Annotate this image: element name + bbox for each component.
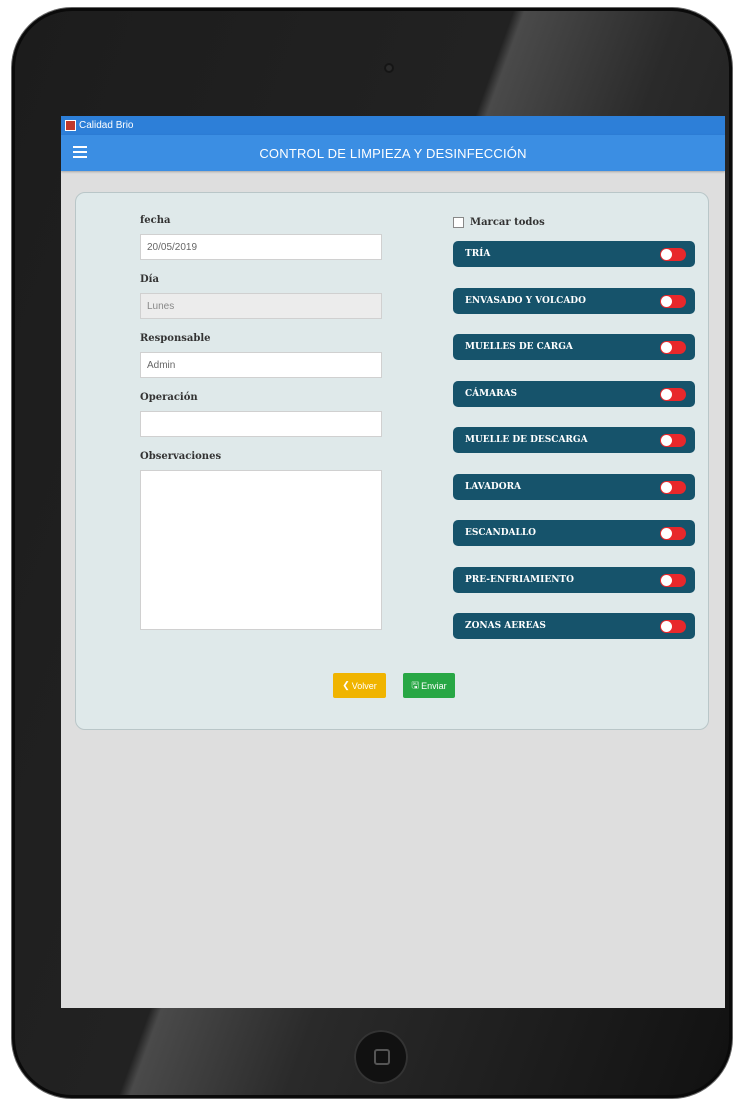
zone-toggle-muelle-descarga[interactable]: MUELLE DE DESCARGA (453, 427, 695, 453)
toggle-switch[interactable] (660, 434, 686, 447)
mark-all-label: Marcar todos (470, 216, 545, 228)
zone-toggle-tria[interactable]: TRÍA (453, 241, 695, 267)
zone-toggle-envasado[interactable]: ENVASADO Y VOLCADO (453, 287, 695, 314)
zone-label: ZONAS AEREAS (465, 621, 546, 631)
page-title: CONTROL DE LIMPIEZA Y DESINFECCIÓN (259, 145, 527, 161)
form-panel: fecha Día Responsable Operación Observac… (75, 192, 709, 730)
toggle-switch[interactable] (660, 620, 686, 633)
zone-label: MUELLES DE CARGA (465, 342, 573, 352)
back-button-label: Volver (351, 680, 377, 691)
tablet-frame: Calidad Brio CONTROL DE LIMPIEZA Y DESIN… (12, 8, 732, 1098)
camera-icon (384, 63, 394, 73)
zone-toggle-escandallo[interactable]: ESCANDALLO (453, 520, 695, 546)
menu-icon[interactable] (73, 146, 87, 158)
home-button[interactable] (354, 1030, 408, 1084)
zone-toggle-zonas-aereas[interactable]: ZONAS AEREAS (453, 613, 695, 639)
zone-label: MUELLE DE DESCARGA (465, 435, 588, 445)
zone-toggle-pre-enfriamiento[interactable]: PRE-ENFRIAMIENTO (453, 566, 695, 593)
toggle-switch[interactable] (660, 480, 686, 494)
app-screen: Calidad Brio CONTROL DE LIMPIEZA Y DESIN… (61, 116, 725, 1008)
toggle-switch[interactable] (660, 341, 686, 354)
operacion-input[interactable] (140, 411, 382, 437)
toggle-switch[interactable] (660, 248, 686, 261)
dia-input (140, 293, 382, 319)
zone-label: TRÍA (465, 249, 491, 259)
app-logo-icon (65, 120, 76, 131)
chevron-left-icon: ❮ (342, 680, 350, 690)
dia-label: Día (140, 274, 159, 285)
toggle-switch[interactable] (660, 294, 686, 308)
zone-label: PRE-ENFRIAMIENTO (465, 574, 574, 585)
mark-all-checkbox[interactable] (453, 216, 464, 228)
form-actions: ❮ Volver 🖫 Enviar (333, 673, 455, 698)
save-icon: 🖫 (411, 679, 420, 690)
zone-label: LAVADORA (465, 481, 522, 492)
window-titlebar: Calidad Brio (61, 116, 725, 135)
zone-label: CÁMARAS (465, 388, 518, 399)
mark-all-row: Marcar todos (453, 215, 695, 229)
responsable-label: Responsable (140, 333, 211, 344)
toggle-switch[interactable] (660, 573, 686, 587)
zone-toggle-lavadora[interactable]: LAVADORA (453, 473, 695, 500)
observaciones-label: Observaciones (140, 451, 222, 462)
responsable-input[interactable] (140, 352, 382, 378)
home-square-icon (374, 1049, 390, 1065)
form-fields: fecha Día Responsable Operación Observac… (140, 215, 382, 630)
zone-label: ENVASADO Y VOLCADO (465, 295, 586, 306)
window-title: Calidad Brio (79, 120, 134, 131)
header-bar: CONTROL DE LIMPIEZA Y DESINFECCIÓN (61, 135, 725, 171)
send-button[interactable]: 🖫 Enviar (403, 673, 455, 698)
fecha-input[interactable] (140, 234, 382, 260)
back-button[interactable]: ❮ Volver (333, 673, 386, 698)
toggle-switch[interactable] (660, 527, 686, 540)
zone-toggle-camaras[interactable]: CÁMARAS (453, 380, 695, 407)
fecha-label: fecha (140, 215, 171, 226)
send-button-label: Enviar (421, 680, 447, 691)
zones-list: Marcar todos TRÍA ENVASADO Y VOLCADO MUE… (453, 215, 695, 660)
toggle-switch[interactable] (660, 387, 686, 401)
zone-label: ESCANDALLO (465, 528, 537, 538)
zone-toggle-muelles-carga[interactable]: MUELLES DE CARGA (453, 334, 695, 360)
observaciones-textarea[interactable] (140, 470, 382, 630)
operacion-label: Operación (140, 392, 198, 403)
